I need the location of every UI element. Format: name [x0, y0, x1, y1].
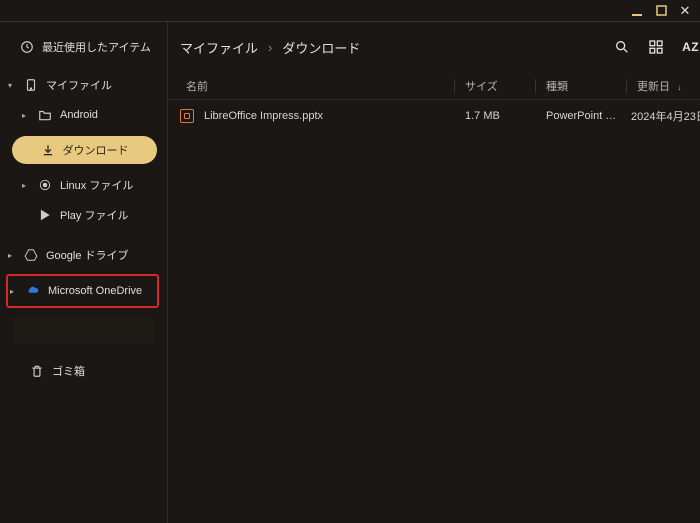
clock-icon: [20, 40, 34, 54]
column-label: 種類: [546, 81, 568, 93]
search-button[interactable]: [614, 39, 630, 55]
breadcrumb-segment[interactable]: マイファイル: [180, 38, 258, 57]
sidebar-item-label: Play ファイル: [60, 207, 128, 223]
sort-descending-icon: ↓: [677, 83, 681, 92]
file-row[interactable]: LibreOffice Impress.pptx 1.7 MB PowerPoi…: [168, 100, 700, 132]
column-divider: [535, 79, 536, 93]
sidebar-redacted-item: [12, 316, 155, 346]
sidebar-item-label: Android: [60, 109, 98, 121]
topbar: マイファイル › ダウンロード AZ: [168, 22, 700, 72]
file-name: LibreOffice Impress.pptx: [204, 110, 323, 122]
chevron-right-icon: ▸: [10, 287, 18, 296]
column-header-size[interactable]: サイズ: [465, 78, 535, 94]
grid-icon: [648, 39, 664, 55]
window-minimize-button[interactable]: [630, 4, 644, 18]
column-divider: [626, 79, 627, 93]
column-header-name[interactable]: 名前: [180, 78, 454, 94]
toolbar: AZ: [614, 39, 700, 55]
column-divider: [454, 79, 455, 93]
cell-date: 2024年4月23日 10…: [631, 108, 700, 124]
linux-icon: [38, 178, 52, 192]
chevron-right-icon: ▸: [22, 111, 30, 120]
search-icon: [614, 39, 630, 55]
sidebar-item-myfiles[interactable]: ▾ マイファイル: [0, 70, 167, 100]
trash-icon: [30, 364, 44, 378]
folder-icon: [38, 108, 52, 122]
sort-button[interactable]: AZ: [682, 39, 699, 55]
sidebar-item-label: 最近使用したアイテム: [42, 39, 151, 55]
sidebar-item-trash[interactable]: ゴミ箱: [0, 356, 167, 386]
sidebar-item-gdrive[interactable]: ▸ Google ドライブ: [0, 240, 167, 270]
sidebar-item-downloads[interactable]: ダウンロード: [12, 136, 157, 164]
column-header-row: 名前 サイズ 種類 更新日 ↓: [168, 72, 700, 100]
sidebar-item-recent[interactable]: 最近使用したアイテム: [0, 32, 167, 62]
onedrive-icon: [26, 284, 40, 298]
sidebar: 最近使用したアイテム ▾ マイファイル ▸ Android ダウンロード ▸: [0, 22, 168, 523]
cell-type: PowerPoint …: [546, 110, 626, 122]
titlebar: ✕: [0, 0, 700, 22]
column-label: 更新日: [637, 81, 670, 93]
sidebar-item-play[interactable]: ▸ Play ファイル: [0, 200, 167, 230]
play-icon: [38, 208, 52, 222]
google-drive-icon: [24, 248, 38, 262]
cell-name: LibreOffice Impress.pptx: [180, 109, 454, 123]
sidebar-item-linux[interactable]: ▸ Linux ファイル: [0, 170, 167, 200]
view-grid-button[interactable]: [648, 39, 664, 55]
chevron-down-icon: ▾: [8, 81, 16, 90]
column-label: サイズ: [465, 81, 498, 93]
main-panel: マイファイル › ダウンロード AZ: [168, 22, 700, 523]
onedrive-highlight-box: ▸ Microsoft OneDrive: [6, 274, 159, 308]
smartphone-icon: [24, 78, 38, 92]
cell-size: 1.7 MB: [465, 110, 535, 122]
sidebar-item-android[interactable]: ▸ Android: [0, 100, 167, 130]
sidebar-item-onedrive[interactable]: ▸ Microsoft OneDrive: [8, 276, 157, 306]
sidebar-item-label: Linux ファイル: [60, 177, 133, 193]
sidebar-item-label: マイファイル: [46, 77, 112, 93]
chevron-right-icon: ›: [268, 40, 272, 55]
download-icon: [41, 143, 55, 157]
chevron-right-icon: ▸: [8, 251, 16, 260]
sidebar-item-label: ゴミ箱: [52, 363, 85, 379]
chevron-right-icon: ▸: [22, 181, 30, 190]
sidebar-item-label: Microsoft OneDrive: [48, 285, 142, 297]
column-header-type[interactable]: 種類: [546, 78, 626, 94]
sidebar-item-label: ダウンロード: [63, 142, 129, 158]
breadcrumb: マイファイル › ダウンロード: [180, 38, 604, 57]
window-maximize-button[interactable]: [654, 4, 668, 18]
sort-label: AZ: [682, 40, 699, 54]
column-header-date[interactable]: 更新日 ↓: [637, 78, 700, 94]
presentation-file-icon: [180, 109, 194, 123]
breadcrumb-segment[interactable]: ダウンロード: [282, 38, 360, 57]
sidebar-item-label: Google ドライブ: [46, 247, 129, 263]
window-close-button[interactable]: ✕: [678, 4, 692, 18]
column-label: 名前: [186, 81, 208, 93]
